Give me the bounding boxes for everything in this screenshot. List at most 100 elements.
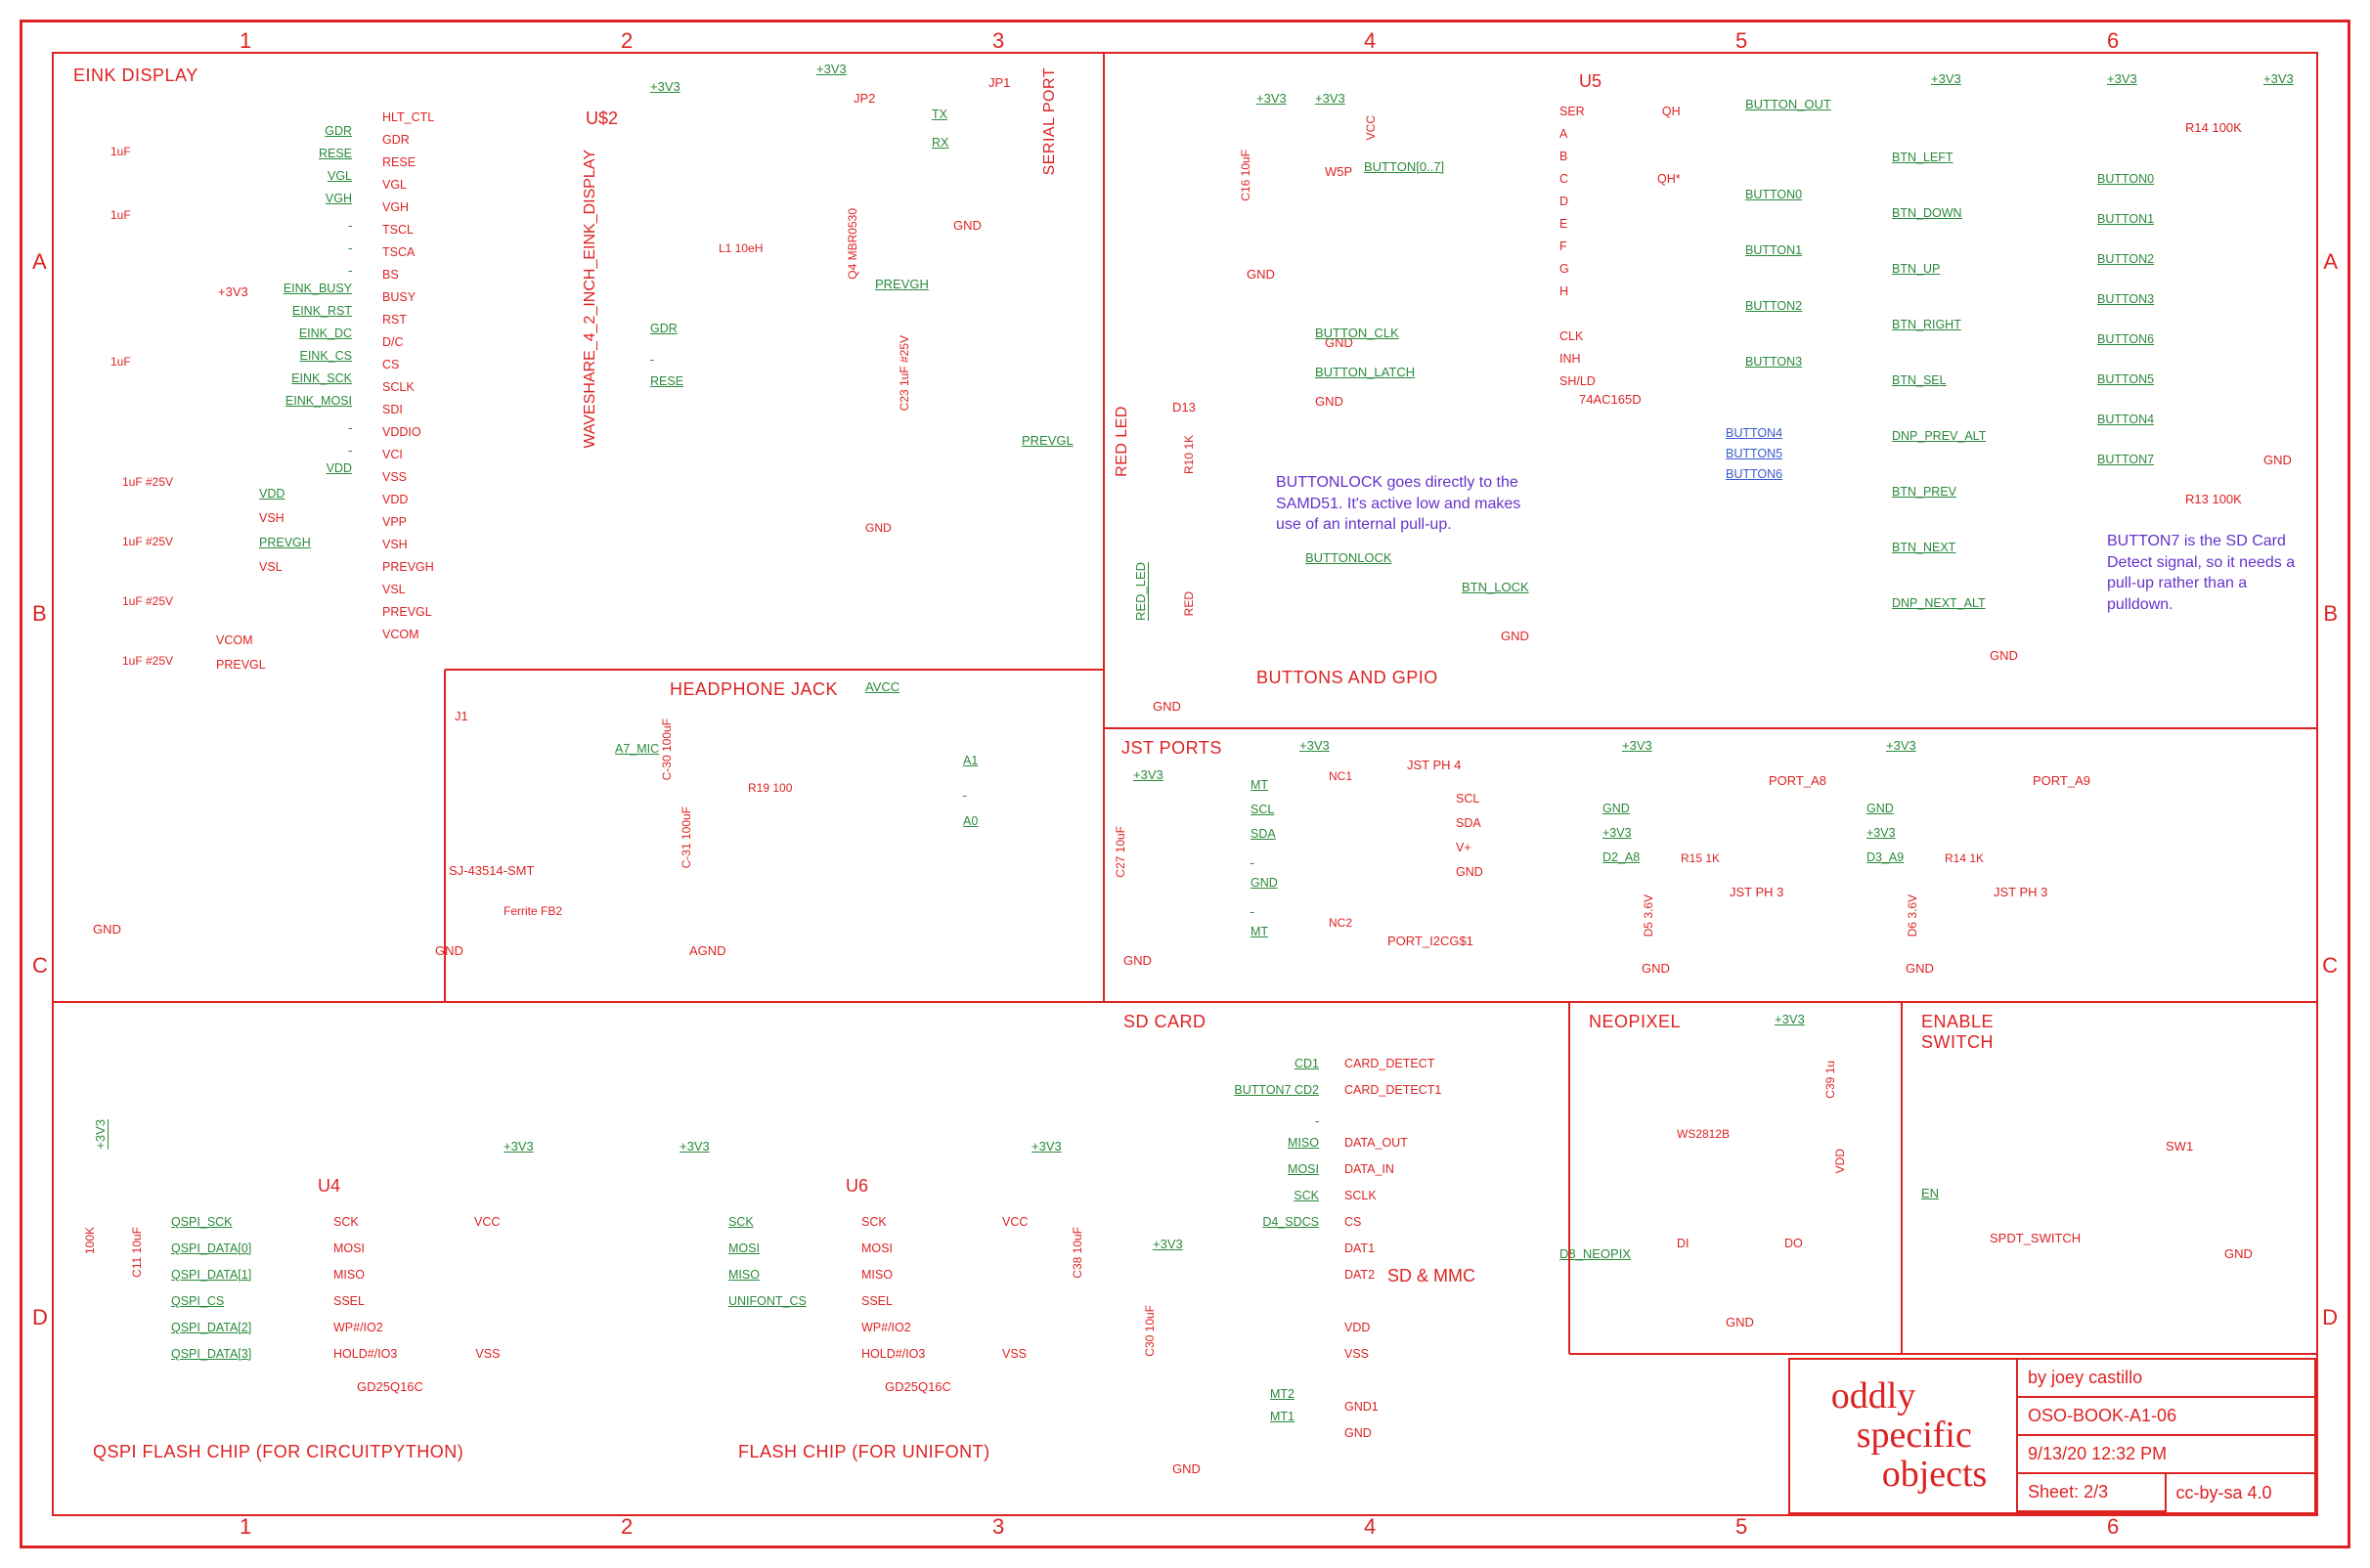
- eink-rb-nets: GDR RESE: [650, 316, 683, 394]
- tb-author: by joey castillo: [2018, 1360, 2314, 1398]
- bg-gnd1: GND: [1247, 267, 1275, 282]
- u5-part: 74AC165D: [1579, 392, 1642, 407]
- eink-rb-parts3: C23 1uF #25V: [895, 335, 914, 411]
- u5-bus: BUTTON[0..7]: [1364, 159, 1444, 174]
- u6-nets: SCKMOSI MISOUNIFONT_CS: [728, 1209, 807, 1314]
- u5-clk: BUTTON_CLK: [1315, 326, 1399, 340]
- jst-c27: C27 10uF: [1114, 826, 1127, 878]
- btn-gnd: GND: [1990, 648, 2018, 663]
- a9-label: PORT_A9: [2033, 773, 2090, 788]
- buttons-block: BUTTONS AND GPIO +3V3 +3V3 VCC C16 10uF …: [1247, 62, 2312, 717]
- a9-3v3: +3V3: [1886, 738, 1916, 753]
- hp-ferrite: Ferrite FB2: [504, 904, 562, 918]
- sd-mt: MT2MT1: [1270, 1383, 1295, 1427]
- bg-w5p: W5P: [1325, 164, 1352, 179]
- btn-lock-gnd: GND: [1501, 629, 1529, 643]
- u5-pins-r: QH QH*: [1657, 101, 1681, 190]
- hp-title: HEADPHONE JACK: [670, 679, 838, 700]
- u6-c38: C38 10uF: [1071, 1227, 1084, 1279]
- col-6-top: 6: [2107, 28, 2119, 54]
- col-4-top: 4: [1364, 28, 1376, 54]
- hp-c31: C-31 100uF: [680, 806, 693, 868]
- uni-block: +3V3 +3V3 U6 GD25Q16C SCKMOSI MISOSSEL W…: [660, 1090, 1129, 1501]
- a8-nets: GND +3V3 D2_A8: [1602, 797, 1640, 869]
- jst-i2c-3v3: +3V3: [1299, 738, 1330, 753]
- u5-gnd: GND: [1315, 394, 1343, 409]
- brand: oddly specific objects: [1790, 1360, 2018, 1512]
- neo-part: WS2812B: [1677, 1127, 1730, 1141]
- u5-chip: [1247, 62, 1501, 355]
- a9-d: D6 3.6V: [1906, 894, 1919, 936]
- tb-license: cc-by-sa 4.0: [2167, 1474, 2314, 1512]
- eink-gnd: GND: [93, 922, 121, 936]
- row-c-r: C: [2322, 953, 2338, 979]
- u4-part: GD25Q16C: [357, 1379, 423, 1394]
- hp-r19: R19 100: [748, 777, 792, 799]
- eink-caps2: 1uF: [110, 355, 131, 369]
- uni-title: FLASH CHIP (FOR UNIFONT): [738, 1442, 990, 1462]
- qspi-block: +3V3 +3V3 100K C11 10uF U4 GD25Q16C SCKM…: [64, 1090, 650, 1501]
- pulls-3v3: +3V3: [2107, 71, 2137, 86]
- en-sw1: SW1: [2166, 1139, 2193, 1154]
- hp-a1a0: A1 A0: [963, 746, 978, 836]
- note-sd: BUTTON7 is the SD Card Detect signal, so…: [2107, 531, 2312, 615]
- jst-nc2: NC2: [1329, 916, 1352, 930]
- neo-block: NEOPIXEL +3V3 C39 1u WS2812B DI DO VDD D…: [1579, 1012, 1892, 1364]
- a9-r: R14 1K: [1945, 851, 1984, 865]
- uni-3v3b: +3V3: [1031, 1139, 1062, 1154]
- jst-i2c-nets: MT SCL SDA GND MT: [1251, 773, 1278, 943]
- btn-switches: BTN_LEFT BTN_DOWN BTN_UP BTN_RIGHT BTN_S…: [1892, 130, 1986, 631]
- btn-out: BUTTON_OUT: [1745, 97, 1831, 111]
- sheet-frame: 1 2 3 4 5 6 1 2 3 4 5 6 A B C D A B C D …: [20, 20, 2350, 1548]
- serial-block: SERIAL PORT +3V3 JP2 JP1 TXRX GND: [797, 62, 1100, 267]
- neo-c39: C39 1u: [1823, 1061, 1837, 1099]
- hp-agnd: AGND: [689, 943, 726, 958]
- hp-a7: A7_MIC: [615, 740, 659, 758]
- col-2-top: 2: [621, 28, 633, 54]
- pulls-r14: R14 100K: [2185, 120, 2242, 135]
- en-gnd: GND: [2224, 1246, 2253, 1261]
- pulls-nets: BUTTON0BUTTON1 BUTTON2BUTTON3 BUTTON6BUT…: [2097, 159, 2154, 479]
- col-5-top: 5: [1735, 28, 1747, 54]
- a8-conn: JST PH 3: [1730, 885, 1783, 899]
- a9-gnd: GND: [1906, 961, 1934, 976]
- tb-sheet: Sheet: 2/3: [2018, 1474, 2166, 1512]
- qspi-3v3a: +3V3: [93, 1119, 108, 1150]
- neo-title: NEOPIXEL: [1589, 1012, 1681, 1032]
- sd-title: SD CARD: [1123, 1012, 1207, 1032]
- sd-pins: CARD_DETECTCARD_DETECT1 DATA_OUTDATA_IN …: [1344, 1051, 1441, 1446]
- jst-title: JST PORTS: [1121, 738, 1222, 759]
- buttons-title: BUTTONS AND GPIO: [1256, 668, 1438, 688]
- bg-3v3b: +3V3: [1315, 91, 1345, 106]
- u5-latch: BUTTON_LATCH: [1315, 365, 1415, 379]
- eink-caps: 1uF1uF: [110, 120, 131, 246]
- u6-ref: U6: [846, 1176, 868, 1197]
- a9-nets: GND +3V3 D3_A9: [1866, 797, 1904, 869]
- bg-3v3a: +3V3: [1256, 91, 1287, 106]
- sd-block: SD CARD SD & MMC CARD_DETECTCARD_DETECT1…: [1114, 1012, 1554, 1501]
- pulls-r13: R13 100K: [2185, 492, 2242, 506]
- u4-pins-r: VCC VSS: [474, 1209, 500, 1367]
- sd-3v3: +3V3: [1153, 1237, 1183, 1251]
- eink-rb-3v3: +3V3: [650, 79, 680, 94]
- btn-bus: BUTTON4 BUTTON5 BUTTON6: [1726, 423, 1782, 484]
- a9-conn: JST PH 3: [1994, 885, 2047, 899]
- col-3-top: 3: [992, 28, 1004, 54]
- neo-net: D8_NEOPIX: [1559, 1246, 1631, 1261]
- jst-i2c-pins: SCLSDA V+GND: [1456, 787, 1483, 884]
- eink-rb-gnd: GND: [865, 521, 892, 535]
- row-b-r: B: [2323, 601, 2338, 627]
- eink-title: EINK DISPLAY: [73, 65, 198, 86]
- a8-gnd: GND: [1642, 961, 1670, 976]
- u5-ref: U5: [1579, 71, 1602, 92]
- uni-3v3a: +3V3: [680, 1139, 710, 1154]
- redled-r: R10 1K: [1182, 435, 1196, 474]
- en-title: ENABLE SWITCH: [1921, 1012, 2009, 1053]
- hp-avcc: AVCC: [865, 679, 900, 694]
- neo-vdd: VDD: [1833, 1149, 1847, 1173]
- hp-gnd: GND: [435, 943, 463, 958]
- a8-r: R15 1K: [1681, 851, 1720, 865]
- col-4-bot: 4: [1364, 1514, 1376, 1540]
- redled-gnd: GND: [1153, 699, 1181, 714]
- u6-pins: SCKMOSI MISOSSEL WP#/IO2HOLD#/IO3: [861, 1209, 925, 1367]
